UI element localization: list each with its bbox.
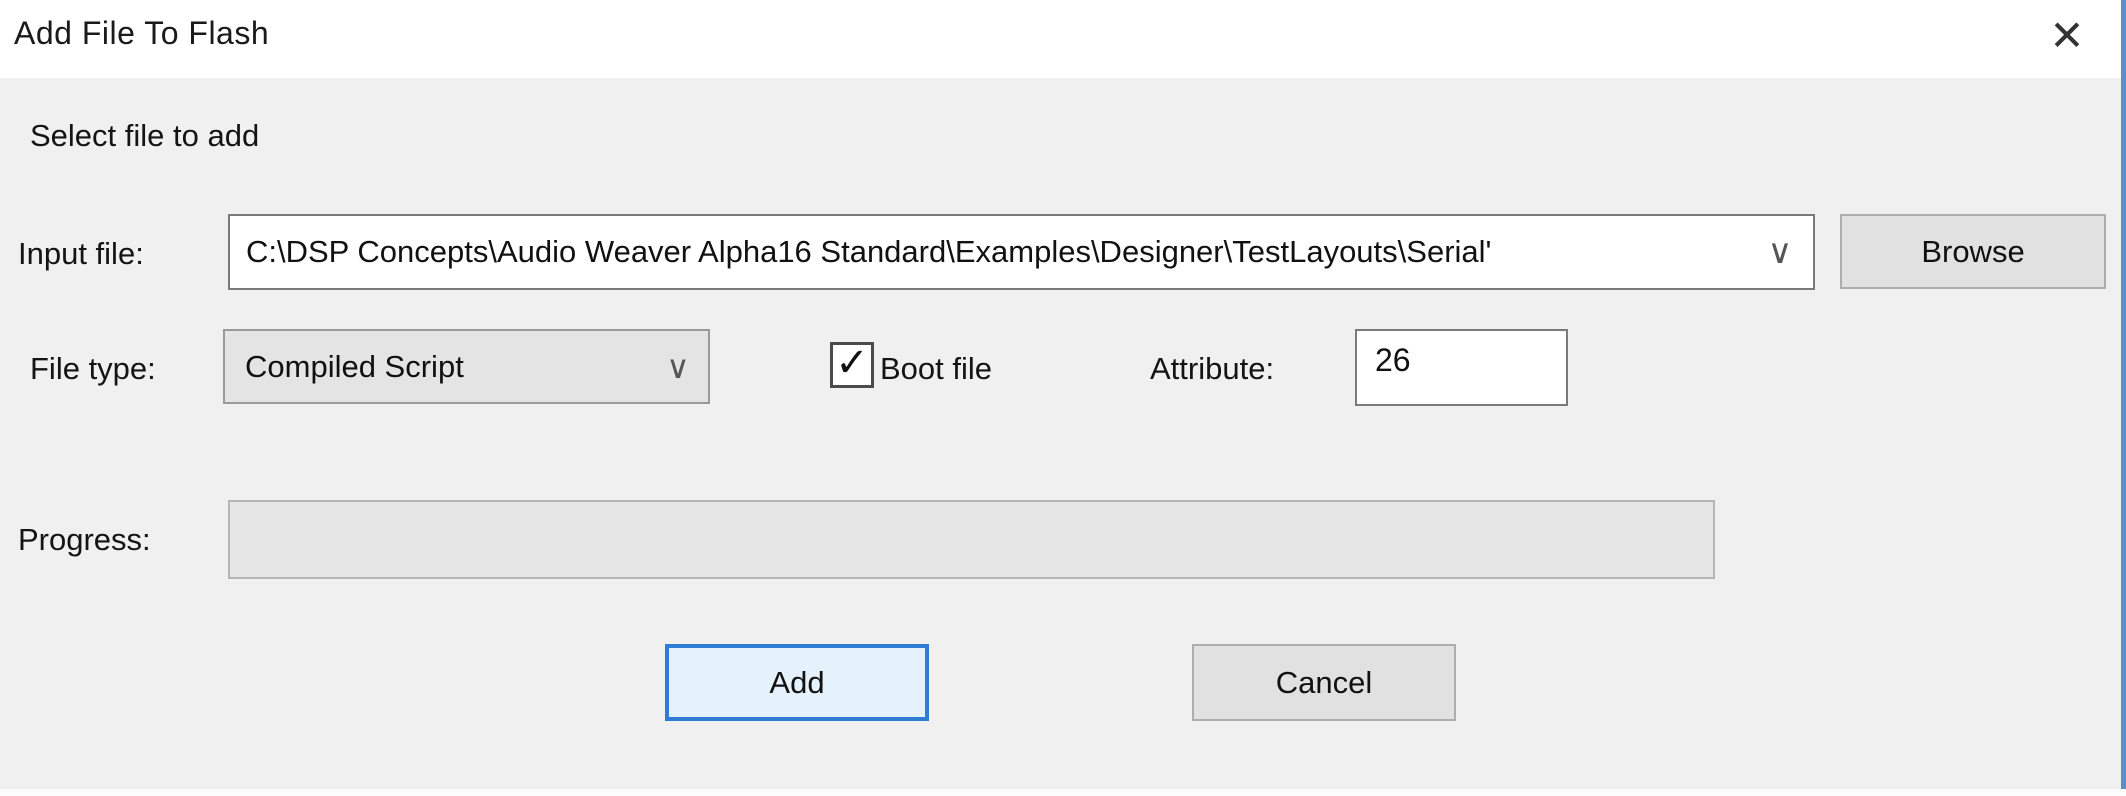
chevron-down-icon[interactable]: ∨ — [1747, 232, 1813, 272]
file-type-select[interactable]: Compiled Script ∨ — [223, 329, 710, 404]
attribute-input[interactable] — [1357, 331, 1566, 404]
close-button[interactable]: ✕ — [2022, 0, 2112, 72]
boot-file-checkbox[interactable]: ✓ — [830, 342, 874, 388]
input-file-path-input[interactable] — [230, 216, 1747, 288]
file-type-label: File type: — [30, 351, 156, 387]
add-button-label: Add — [769, 665, 824, 701]
boot-file-label: Boot file — [880, 351, 992, 387]
cancel-button[interactable]: Cancel — [1192, 644, 1456, 721]
attribute-field[interactable] — [1355, 329, 1568, 406]
titlebar: Add File To Flash ✕ — [0, 0, 2121, 78]
progress-label: Progress: — [18, 522, 151, 558]
chevron-down-icon: ∨ — [648, 348, 708, 386]
attribute-label: Attribute: — [1150, 351, 1274, 387]
dialog-title: Add File To Flash — [14, 15, 269, 52]
add-button[interactable]: Add — [665, 644, 929, 721]
input-file-label: Input file: — [18, 236, 144, 272]
browse-button[interactable]: Browse — [1840, 214, 2106, 289]
add-file-to-flash-dialog: Add File To Flash ✕ Select file to add I… — [0, 0, 2126, 789]
file-type-selected-value: Compiled Script — [225, 349, 648, 385]
select-file-heading: Select file to add — [30, 118, 259, 154]
input-file-combobox[interactable]: ∨ — [228, 214, 1815, 290]
window-right-border — [2121, 0, 2126, 789]
browse-button-label: Browse — [1921, 234, 2024, 270]
close-icon: ✕ — [2049, 15, 2084, 57]
checkmark-icon: ✓ — [835, 343, 869, 383]
progress-bar — [228, 500, 1715, 579]
cancel-button-label: Cancel — [1276, 665, 1373, 701]
